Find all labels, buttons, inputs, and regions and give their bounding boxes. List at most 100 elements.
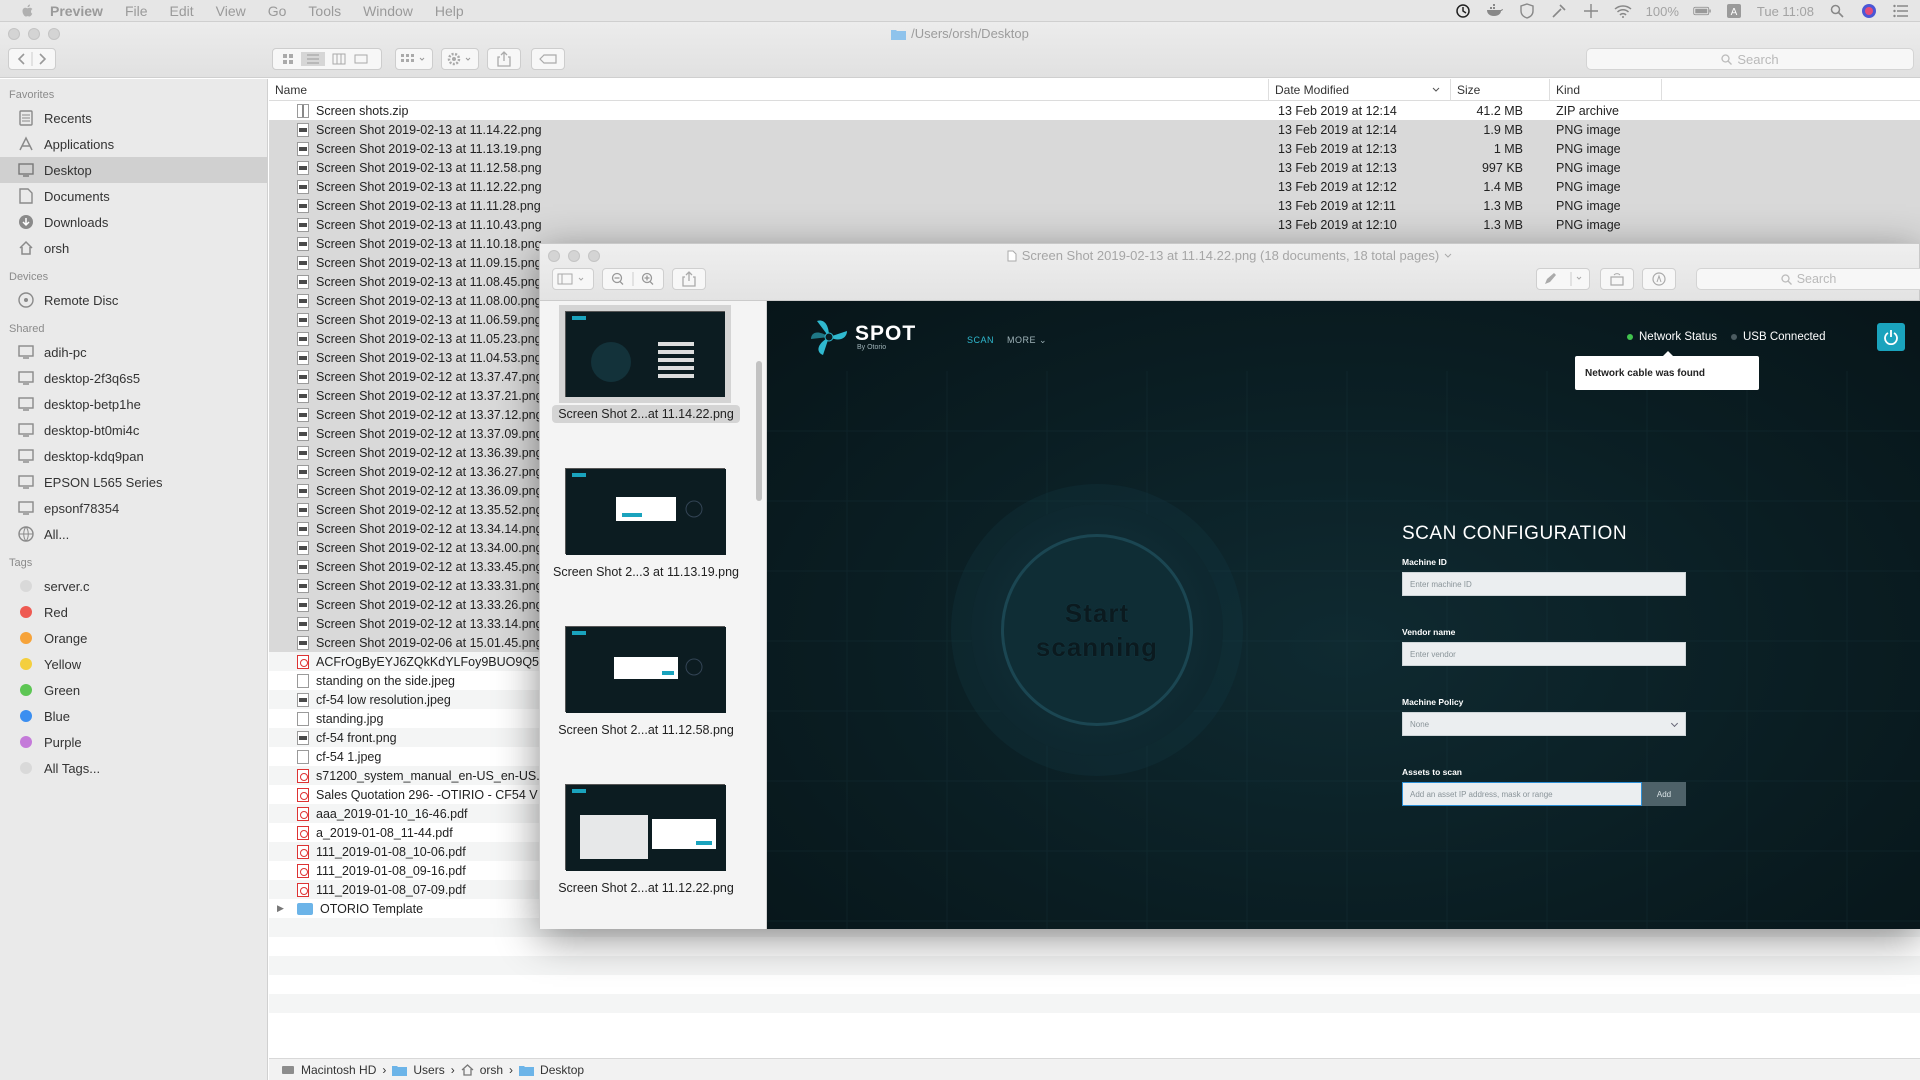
move-icon[interactable] [1582, 2, 1600, 20]
menu-view[interactable]: View [216, 3, 246, 19]
column-header-size[interactable]: Size [1451, 79, 1550, 101]
spot-logo[interactable]: SPOT By Otorio [809, 317, 916, 357]
machine-id-field[interactable]: Enter machine ID [1402, 572, 1686, 596]
pathbar-item[interactable]: Macintosh HD [301, 1063, 376, 1077]
sidebar-item-applications[interactable]: Applications [0, 131, 267, 157]
share-button[interactable] [672, 268, 706, 290]
table-row[interactable]: Screen Shot 2019-02-13 at 11.14.22.png 13… [269, 120, 1920, 139]
group-by-button[interactable] [395, 48, 433, 70]
tag-dot-icon [17, 577, 35, 595]
power-button[interactable] [1877, 323, 1905, 351]
sidebar-item-shared[interactable]: EPSON L565 Series [0, 469, 267, 495]
battery-icon[interactable] [1693, 2, 1711, 20]
sidebar-item-shared[interactable]: desktop-2f3q6s5 [0, 365, 267, 391]
table-row[interactable]: Screen shots.zip 13 Feb 2019 at 12:14 41.2… [269, 101, 1920, 120]
thumbnail-scrollbar[interactable] [756, 361, 762, 501]
menu-window[interactable]: Window [363, 3, 413, 19]
column-header-kind[interactable]: Kind [1550, 79, 1662, 101]
sidebar-item-tag[interactable]: server.c [0, 573, 267, 599]
nav-more[interactable]: MORE ⌄ [1007, 335, 1047, 346]
rotate-button[interactable] [1600, 268, 1634, 290]
menu-file[interactable]: File [125, 3, 148, 19]
vendor-name-field[interactable]: Enter vendor [1402, 642, 1686, 666]
sidebar-toggle-button[interactable] [552, 268, 594, 290]
thumbnail-3[interactable] [565, 626, 726, 713]
sidebar-item-shared[interactable]: desktop-kdq9pan [0, 443, 267, 469]
assets-to-scan-field[interactable]: Add an asset IP address, mask or range [1402, 782, 1642, 806]
zoom-controls[interactable] [602, 268, 664, 290]
pathbar-item[interactable]: Desktop [540, 1063, 584, 1077]
sidebar-item-tag[interactable]: Yellow [0, 651, 267, 677]
file-name: Screen Shot 2019-02-12 at 13.33.45.png [316, 559, 543, 574]
menu-edit[interactable]: Edit [170, 3, 194, 19]
column-header-name[interactable]: Name [269, 79, 1269, 101]
start-scanning-button[interactable]: Start scanning [971, 504, 1223, 756]
thumbnail-2[interactable] [565, 468, 726, 555]
sidebar-item-tag[interactable]: Orange [0, 625, 267, 651]
app-menu-preview[interactable]: Preview [50, 3, 103, 19]
sidebar-item-shared[interactable]: All... [0, 521, 267, 547]
table-row[interactable]: Screen Shot 2019-02-13 at 11.12.58.png 13… [269, 158, 1920, 177]
markup-toolbar-button[interactable] [1642, 268, 1676, 290]
sidebar-item-shared[interactable]: desktop-bt0mi4c [0, 417, 267, 443]
add-asset-button[interactable]: Add [1642, 782, 1686, 806]
usb-status[interactable]: USB Connected [1731, 331, 1825, 343]
home-icon [461, 1063, 474, 1076]
thumbnail-4[interactable] [565, 784, 726, 871]
sidebar-item-remote-disc[interactable]: Remote Disc [0, 287, 267, 313]
column-header-date[interactable]: Date Modified [1269, 79, 1451, 101]
file-icon [297, 483, 309, 498]
nav-scan[interactable]: SCAN [967, 335, 994, 345]
siri-icon[interactable] [1860, 2, 1878, 20]
action-gear-button[interactable] [441, 48, 479, 70]
sidebar-item-tag[interactable]: Blue [0, 703, 267, 729]
sidebar-item-desktop[interactable]: Desktop [0, 157, 267, 183]
sidebar-item-home[interactable]: orsh [0, 235, 267, 261]
spotlight-icon[interactable] [1828, 2, 1846, 20]
share-button[interactable] [487, 48, 521, 70]
disclosure-triangle-icon[interactable]: ▶ [277, 903, 284, 914]
apple-menu-icon[interactable] [20, 3, 36, 19]
back-forward-buttons[interactable] [8, 48, 56, 70]
markup-pen-button[interactable] [1536, 268, 1590, 290]
sidebar-item-shared[interactable]: epsonf78354 [0, 495, 267, 521]
network-status[interactable]: Network Status [1627, 331, 1717, 343]
pathbar-item[interactable]: orsh [480, 1063, 503, 1077]
sidebar-item-documents[interactable]: Documents [0, 183, 267, 209]
tools-icon[interactable] [1550, 2, 1568, 20]
table-row[interactable]: Screen Shot 2019-02-13 at 11.12.22.png 13… [269, 177, 1920, 196]
wifi-icon[interactable] [1614, 2, 1632, 20]
file-date: 13 Feb 2019 at 12:12 [1278, 179, 1397, 194]
notification-center-icon[interactable] [1892, 2, 1910, 20]
table-row[interactable]: Screen Shot 2019-02-13 at 11.13.19.png 13… [269, 139, 1920, 158]
globe-icon [17, 525, 35, 543]
chevron-down-icon[interactable] [1444, 253, 1452, 259]
thumbnail-1[interactable] [559, 305, 731, 403]
finder-search-field[interactable]: Search [1586, 48, 1914, 70]
sidebar-item-tag[interactable]: Green [0, 677, 267, 703]
spot-brand-sub: By Otorio [857, 343, 887, 351]
sidebar-item-tag[interactable]: Red [0, 599, 267, 625]
sidebar-item-recents[interactable]: Recents [0, 105, 267, 131]
preview-search-field[interactable]: Search [1696, 268, 1920, 290]
sidebar-item-shared[interactable]: desktop-betp1he [0, 391, 267, 417]
pathbar-item[interactable]: Users [413, 1063, 444, 1077]
table-row[interactable]: Screen Shot 2019-02-13 at 11.10.43.png 13… [269, 215, 1920, 234]
menu-tools[interactable]: Tools [308, 3, 341, 19]
sidebar-item-tag[interactable]: Purple [0, 729, 267, 755]
clock[interactable]: Tue 11:08 [1757, 4, 1814, 19]
view-mode-control[interactable] [272, 48, 382, 70]
edit-tags-button[interactable] [531, 48, 565, 70]
docker-icon[interactable] [1486, 2, 1504, 20]
sidebar-item-tag[interactable]: All Tags... [0, 755, 267, 781]
time-machine-icon[interactable] [1454, 2, 1472, 20]
input-source-icon[interactable]: A [1725, 2, 1743, 20]
menu-help[interactable]: Help [435, 3, 464, 19]
shield-icon[interactable] [1518, 2, 1536, 20]
table-row[interactable]: Screen Shot 2019-02-13 at 11.11.28.png 13… [269, 196, 1920, 215]
thumbnail-label: Screen Shot 2...at 11.12.58.png [540, 723, 752, 737]
sidebar-item-shared[interactable]: adih-pc [0, 339, 267, 365]
sidebar-item-downloads[interactable]: Downloads [0, 209, 267, 235]
menu-go[interactable]: Go [268, 3, 287, 19]
machine-policy-select[interactable]: None [1402, 712, 1686, 736]
